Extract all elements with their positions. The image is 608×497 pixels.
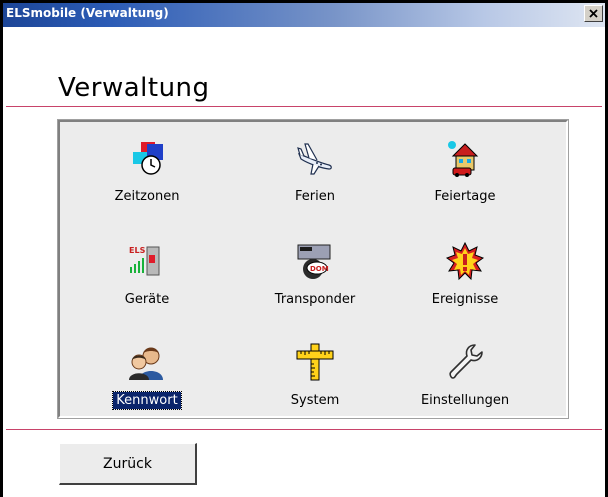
app-window: ELSmobile (Verwaltung) Verwaltung Zeitzo…	[0, 0, 608, 497]
tile-ereignisse[interactable]: Ereignisse	[405, 235, 525, 325]
svg-text:DOM: DOM	[310, 265, 329, 273]
tile-kennwort[interactable]: Kennwort	[87, 336, 207, 426]
tile-einstellungen[interactable]: Einstellungen	[405, 336, 525, 426]
bottom-divider	[6, 429, 602, 430]
tile-label-selected: Kennwort	[112, 391, 182, 410]
tile-label: Einstellungen	[420, 393, 510, 408]
close-button[interactable]	[584, 5, 603, 22]
svg-text:ELS: ELS	[129, 246, 146, 255]
tile-feiertage[interactable]: Feiertage	[405, 132, 525, 222]
tile-label: Feiertage	[434, 189, 496, 204]
house-icon	[448, 141, 479, 177]
tile-zeitzonen[interactable]: Zeitzonen	[87, 132, 207, 222]
page-title: Verwaltung	[58, 73, 210, 103]
tile-ferien[interactable]: Ferien	[255, 132, 375, 222]
tile-label: Ferien	[295, 189, 335, 204]
close-icon	[589, 9, 598, 18]
wrench-icon	[449, 344, 483, 379]
device-reader-icon: ELS	[129, 246, 160, 276]
airplane-icon	[297, 143, 332, 175]
tile-system[interactable]: System	[255, 336, 375, 426]
transponder-icon: DOM	[297, 244, 331, 279]
tile-label: Transponder	[274, 292, 356, 307]
top-divider	[6, 106, 602, 107]
title-bar[interactable]: ELSmobile (Verwaltung)	[3, 3, 605, 27]
tile-transponder[interactable]: DOM Transponder	[255, 235, 375, 325]
back-button[interactable]: Zurück	[59, 443, 197, 485]
window-title: ELSmobile (Verwaltung)	[6, 6, 169, 20]
time-zones-icon	[133, 142, 163, 175]
alert-icon	[445, 241, 485, 281]
tile-label: Ereignisse	[431, 292, 499, 307]
tile-label: Zeitzonen	[114, 189, 180, 204]
tile-label: System	[290, 393, 340, 408]
tile-label: Geräte	[124, 292, 170, 307]
ruler-cross-icon	[296, 343, 334, 381]
tile-geraete[interactable]: ELS Geräte	[87, 235, 207, 325]
users-icon	[129, 347, 163, 380]
menu-panel: Zeitzonen Ferien Feiertage ELS Geräte DO…	[58, 120, 568, 418]
